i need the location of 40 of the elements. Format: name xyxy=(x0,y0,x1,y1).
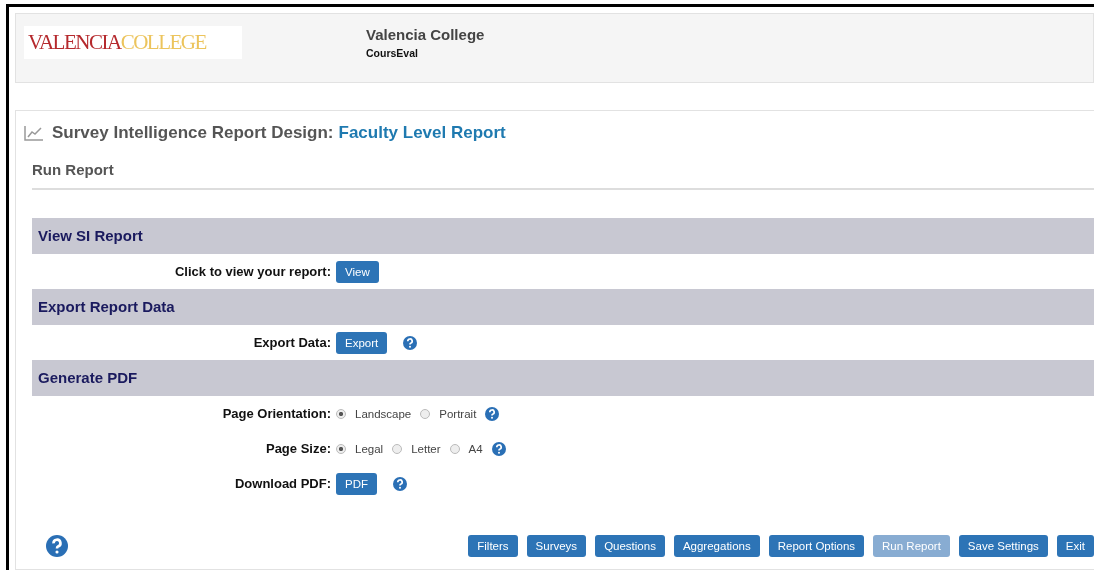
field-label: Download PDF: xyxy=(233,476,332,491)
section-header: View SI Report xyxy=(32,218,1094,254)
field-label: Page Size: xyxy=(264,441,332,456)
radio-button[interactable] xyxy=(392,443,403,454)
footer-button[interactable]: Filters xyxy=(468,535,518,557)
field-label: Export Data: xyxy=(252,335,332,350)
footer-button[interactable]: Aggregations xyxy=(673,535,760,557)
field-label: Page Orientation: xyxy=(221,406,332,421)
help-icon[interactable] xyxy=(485,406,500,421)
section-header: Export Report Data xyxy=(32,289,1094,325)
page-subtitle: Run Report xyxy=(32,161,115,178)
footer-button[interactable]: Questions xyxy=(595,535,665,557)
radio-label: A4 xyxy=(468,442,483,455)
radio-label: Legal xyxy=(355,442,384,455)
footer-button[interactable]: Report Options xyxy=(768,535,865,557)
radio-button[interactable] xyxy=(449,443,460,454)
section-header: Generate PDF xyxy=(32,360,1094,396)
college-logo: VALENCIACOLLEGE xyxy=(24,26,242,59)
footer-button[interactable]: Save Settings xyxy=(958,535,1048,557)
radio-label: Landscape xyxy=(355,407,412,420)
radio-button[interactable] xyxy=(420,408,431,419)
footer-button[interactable]: Exit xyxy=(1056,535,1094,557)
radio-button[interactable] xyxy=(336,408,346,419)
radio-label: Portrait xyxy=(439,407,477,420)
radio-button[interactable] xyxy=(336,443,346,454)
action-button[interactable]: View xyxy=(336,260,379,283)
page-title: Survey Intelligence Report Design: xyxy=(52,123,334,143)
help-icon[interactable] xyxy=(491,441,506,456)
footer-button[interactable]: Surveys xyxy=(526,535,587,557)
site-subtitle: CoursEval xyxy=(366,47,419,59)
report-name: Faculty Level Report xyxy=(338,123,506,143)
help-icon[interactable] xyxy=(393,476,407,491)
action-button[interactable]: Export xyxy=(336,331,388,354)
radio-label: Letter xyxy=(411,442,441,455)
line-chart-icon xyxy=(24,125,44,141)
help-icon[interactable] xyxy=(46,535,68,557)
site-title: Valencia College xyxy=(366,26,485,43)
field-label: Click to view your report: xyxy=(173,264,332,279)
help-icon[interactable] xyxy=(403,335,418,350)
action-button[interactable]: PDF xyxy=(336,472,377,495)
